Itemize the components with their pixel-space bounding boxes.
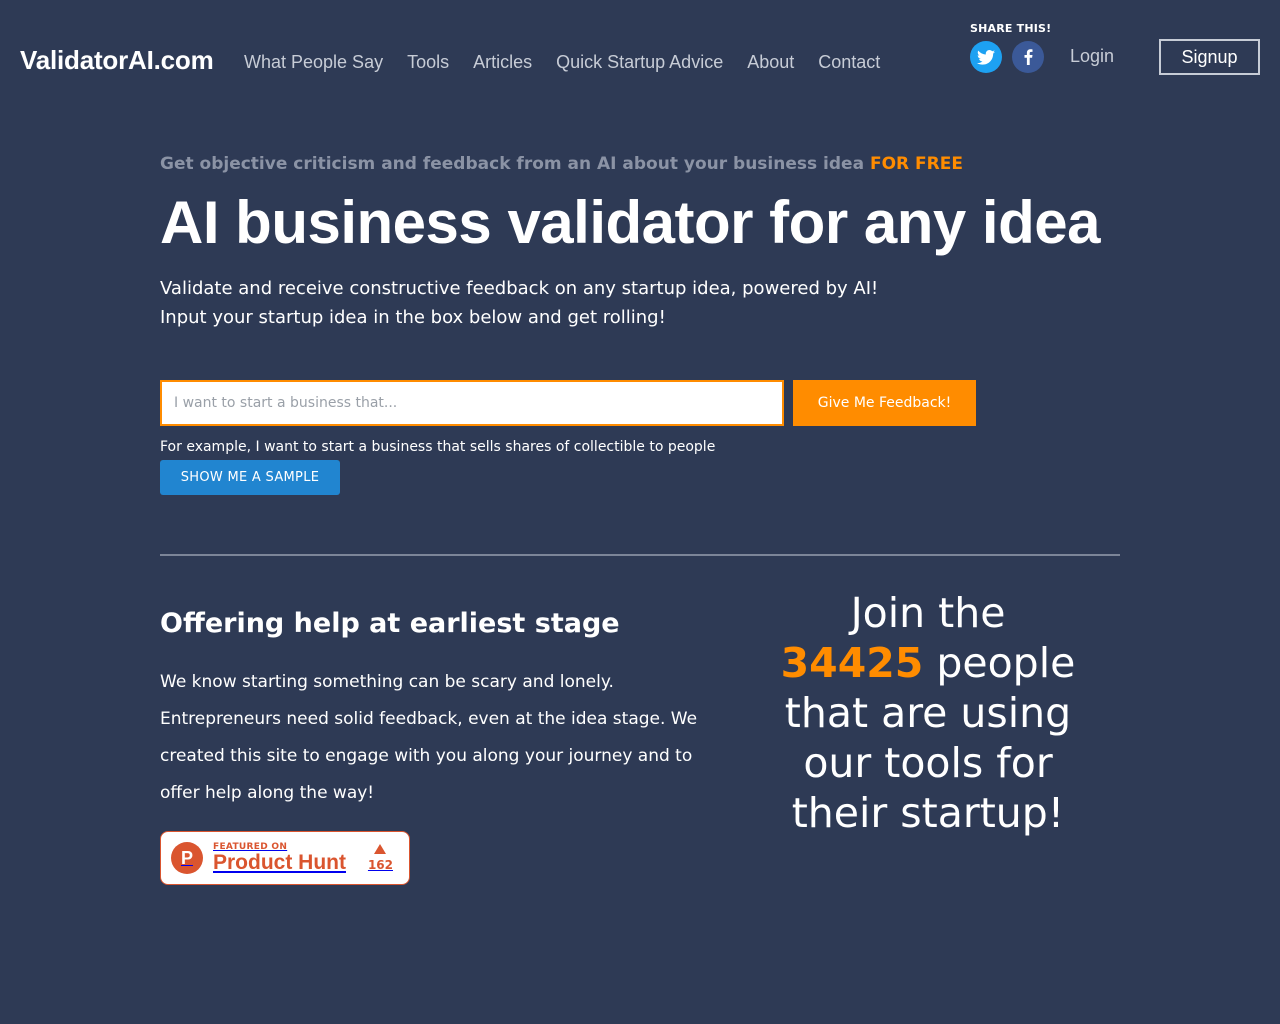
signup-button[interactable]: Signup: [1159, 39, 1260, 75]
give-feedback-button[interactable]: Give Me Feedback!: [793, 380, 976, 426]
product-hunt-name: Product Hunt: [213, 851, 346, 874]
example-text: For example, I want to start a business …: [160, 439, 716, 455]
main-nav: What People Say Tools Articles Quick Sta…: [244, 52, 880, 73]
product-hunt-badge[interactable]: P FEATURED ON Product Hunt 162: [160, 831, 410, 885]
kicker-highlight: FOR FREE: [869, 154, 963, 174]
upvote-arrow-icon: [374, 844, 387, 854]
nav-what-people-say[interactable]: What People Say: [244, 52, 383, 73]
twitter-icon[interactable]: [970, 41, 1002, 73]
login-link[interactable]: Login: [1070, 46, 1114, 67]
idea-input[interactable]: [160, 380, 784, 426]
share-label: SHARE THIS!: [970, 22, 1052, 35]
nav-tools[interactable]: Tools: [407, 52, 449, 73]
section-divider: [160, 554, 1120, 556]
product-hunt-icon: P: [171, 842, 203, 874]
section-title: Offering help at earliest stage: [160, 608, 620, 639]
nav-articles[interactable]: Articles: [473, 52, 532, 73]
product-hunt-votes: 162: [368, 844, 393, 872]
nav-contact[interactable]: Contact: [818, 52, 880, 73]
join-counter: Join the 34425 people that are using our…: [760, 588, 1096, 838]
user-count: 34425: [780, 639, 924, 687]
facebook-icon[interactable]: [1012, 41, 1044, 73]
nav-about[interactable]: About: [747, 52, 794, 73]
section-body: We know starting something can be scary …: [160, 672, 698, 803]
kicker-text: Get objective criticism and feedback fro…: [160, 154, 865, 174]
page: ValidatorAI.com What People Say Tools Ar…: [0, 0, 1280, 1024]
hero-subtitle-line-2: Input your startup idea in the box below…: [160, 307, 666, 328]
hero-kicker: Get objective criticism and feedback fro…: [160, 154, 963, 174]
nav-quick-startup-advice[interactable]: Quick Startup Advice: [556, 52, 723, 73]
hero-subtitle: Validate and receive constructive feedba…: [160, 274, 878, 332]
product-hunt-vote-count: 162: [367, 858, 393, 872]
brand-logo-link[interactable]: ValidatorAI.com: [20, 45, 214, 76]
product-hunt-text: FEATURED ON Product Hunt: [213, 842, 346, 874]
show-sample-button[interactable]: SHOW ME A SAMPLE: [160, 460, 340, 495]
join-prefix: Join the: [850, 589, 1006, 637]
page-title: AI business validator for any idea: [160, 189, 1100, 256]
hero-subtitle-line-1: Validate and receive constructive feedba…: [160, 278, 879, 299]
